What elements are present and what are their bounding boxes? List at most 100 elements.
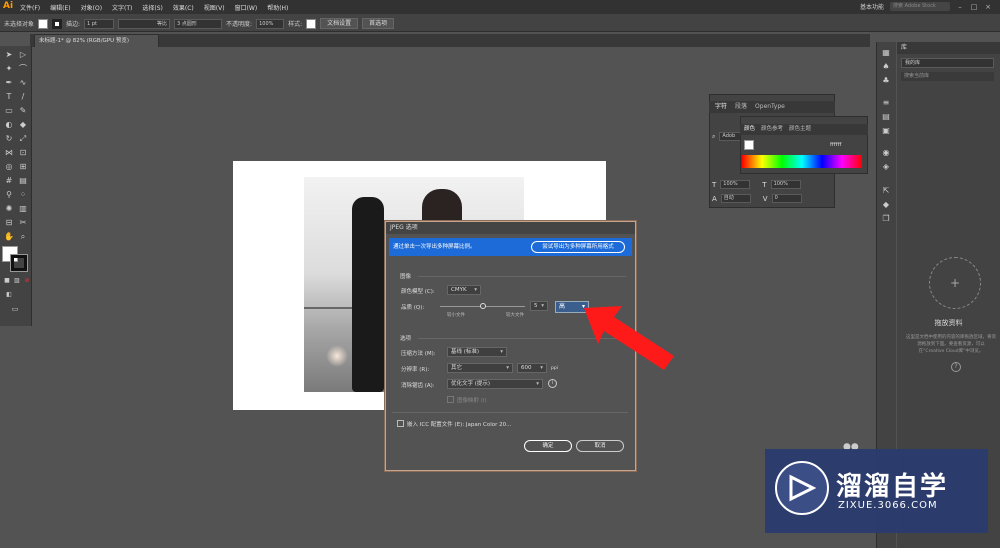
gradient-panel-icon[interactable]: ▣ [881, 126, 891, 136]
document-tab[interactable]: 未标题-1* @ 82% (RGB/GPU 预览) [34, 34, 159, 47]
menu-effect[interactable]: 效果(C) [173, 3, 194, 12]
symbols-icon[interactable]: ♣ [881, 76, 891, 86]
align-icon[interactable]: ≡ [881, 98, 891, 108]
menu-help[interactable]: 帮助(H) [267, 3, 288, 12]
lasso-icon[interactable]: ⌒ [18, 64, 28, 74]
direct-selection-tool-icon[interactable]: ▷ [18, 50, 28, 60]
close-icon[interactable]: × [984, 3, 992, 11]
ok-button[interactable]: 确定 [524, 440, 572, 452]
imagemap-checkbox[interactable] [447, 396, 454, 403]
resolution-value-field[interactable]: 600 [517, 363, 547, 373]
maximize-icon[interactable]: □ [970, 3, 978, 11]
stroke-swatch[interactable] [52, 18, 63, 29]
scale-tool-icon[interactable]: ⤢ [18, 134, 28, 144]
curvature-tool-icon[interactable]: ∿ [18, 78, 28, 88]
line-tool-icon[interactable]: / [18, 92, 28, 102]
gradient-tool-icon[interactable]: ▤ [18, 176, 28, 186]
menu-view[interactable]: 视图(V) [204, 3, 225, 12]
mesh-tool-icon[interactable]: # [4, 176, 14, 186]
color-hex-field[interactable]: ffffff [830, 142, 841, 148]
fill-swatch[interactable] [38, 18, 49, 29]
workspace-switcher[interactable]: 基本功能 [860, 2, 884, 11]
tab-paragraph[interactable]: 段落 [735, 101, 747, 113]
rotate-tool-icon[interactable]: ↻ [4, 134, 14, 144]
eyedropper-icon[interactable]: ⚲ [4, 190, 14, 200]
layers-panel-icon[interactable]: ♠ [881, 62, 891, 72]
horizontal-scale-field[interactable]: 100% [720, 180, 751, 189]
tracking-field[interactable]: 0 [771, 194, 802, 203]
tab-color[interactable]: 颜色 [744, 124, 755, 135]
menu-object[interactable]: 对象(O) [81, 3, 102, 12]
antialias-select[interactable]: 优化文字 (提示) [447, 379, 543, 389]
free-transform-icon[interactable]: ⊡ [18, 148, 28, 158]
quality-value-field[interactable]: 5 [530, 301, 548, 311]
library-select[interactable]: 我的库 [901, 58, 994, 68]
stroke-panel-icon[interactable]: ▤ [881, 112, 891, 122]
selection-tool-icon[interactable]: ➤ [4, 50, 14, 60]
quality-slider-knob[interactable] [479, 303, 486, 309]
pen-tool-icon[interactable]: ✒ [4, 78, 14, 88]
blob-brush-icon[interactable]: ◐ [4, 120, 14, 130]
symbol-sprayer-icon[interactable]: ✺ [4, 204, 14, 214]
tab-opentype[interactable]: OpenType [755, 101, 785, 113]
style-swatch[interactable] [306, 18, 317, 29]
stroke-color-icon[interactable] [10, 254, 28, 272]
help-icon[interactable]: ? [951, 362, 961, 372]
library-search-input[interactable]: 搜索当前库 [901, 72, 994, 81]
column-graph-icon[interactable]: ▥ [18, 204, 28, 214]
draw-mode-icon[interactable]: ◧ [4, 290, 14, 300]
brush-select[interactable]: 3 点圆形 [174, 18, 223, 29]
compression-select[interactable]: 基线 (标准) [447, 347, 507, 357]
artboards-icon[interactable]: ❐ [881, 214, 891, 224]
width-tool-icon[interactable]: ⋈ [4, 148, 14, 158]
hand-tool-icon[interactable]: ✋ [4, 232, 14, 242]
kerning-field[interactable]: 自动 [720, 194, 751, 203]
minimize-icon[interactable]: – [956, 3, 964, 11]
try-multi-export-button[interactable]: 尝试导出为多种屏幕所用格式 [531, 241, 625, 253]
antialias-info-icon[interactable]: i [548, 379, 557, 388]
vertical-scale-field[interactable]: 100% [770, 180, 801, 189]
rectangle-tool-icon[interactable]: ▭ [4, 106, 14, 116]
pencil-tool-icon[interactable]: ✎ [18, 106, 28, 116]
menu-window[interactable]: 窗口(W) [235, 3, 258, 12]
tab-character[interactable]: 字符 [715, 101, 727, 113]
properties-icon[interactable]: ▦ [881, 48, 891, 58]
menu-select[interactable]: 选择(S) [142, 3, 163, 12]
perspective-grid-icon[interactable]: ⊞ [18, 162, 28, 172]
preferences-button[interactable]: 首选项 [362, 18, 395, 29]
stroke-profile-select[interactable]: 等比 [118, 18, 171, 29]
libraries-header[interactable]: 库 [897, 42, 1000, 54]
add-asset-icon[interactable]: + [929, 257, 981, 309]
type-tool-icon[interactable]: T [4, 92, 14, 102]
magic-wand-icon[interactable]: ✦ [4, 64, 14, 74]
stroke-weight-field[interactable]: 1 pt [84, 18, 115, 29]
screen-mode-icon[interactable]: ▭ [10, 304, 20, 314]
slice-tool-icon[interactable]: ✂ [18, 218, 28, 228]
none-mode-icon[interactable]: ⊘ [22, 276, 32, 286]
color-spectrum[interactable] [742, 155, 862, 168]
layers-icon[interactable]: ◆ [881, 200, 891, 210]
cancel-button[interactable]: 取消 [576, 440, 624, 452]
menu-type[interactable]: 文字(T) [112, 3, 132, 12]
document-setup-button[interactable]: 文档设置 [320, 18, 359, 29]
stock-search-input[interactable]: 搜索 Adobe Stock [890, 2, 950, 11]
gradient-mode-icon[interactable]: ▨ [12, 276, 22, 286]
opacity-field[interactable]: 100% [256, 18, 285, 29]
blend-tool-icon[interactable]: ⁘ [18, 190, 28, 200]
menu-file[interactable]: 文件(F) [20, 3, 40, 12]
color-model-select[interactable]: CMYK [447, 285, 481, 295]
export-icon[interactable]: ⇱ [881, 186, 891, 196]
artboard-tool-icon[interactable]: ⊟ [4, 218, 14, 228]
zoom-tool-icon[interactable]: ⌕ [18, 232, 28, 242]
tab-color-guide[interactable]: 颜色参考 [761, 124, 783, 135]
color-mode-icon[interactable]: ■ [2, 276, 12, 286]
menu-edit[interactable]: 编辑(E) [50, 3, 70, 12]
eraser-icon[interactable]: ◆ [18, 120, 28, 130]
shape-builder-icon[interactable]: ◎ [4, 162, 14, 172]
appearance-icon[interactable]: ◉ [881, 148, 891, 158]
embed-icc-checkbox[interactable] [397, 420, 404, 427]
color-fill-stroke-icon[interactable] [744, 140, 754, 150]
graphic-styles-icon[interactable]: ◈ [881, 162, 891, 172]
tab-color-themes[interactable]: 颜色主题 [789, 124, 811, 135]
resolution-select[interactable]: 其它 [447, 363, 513, 373]
